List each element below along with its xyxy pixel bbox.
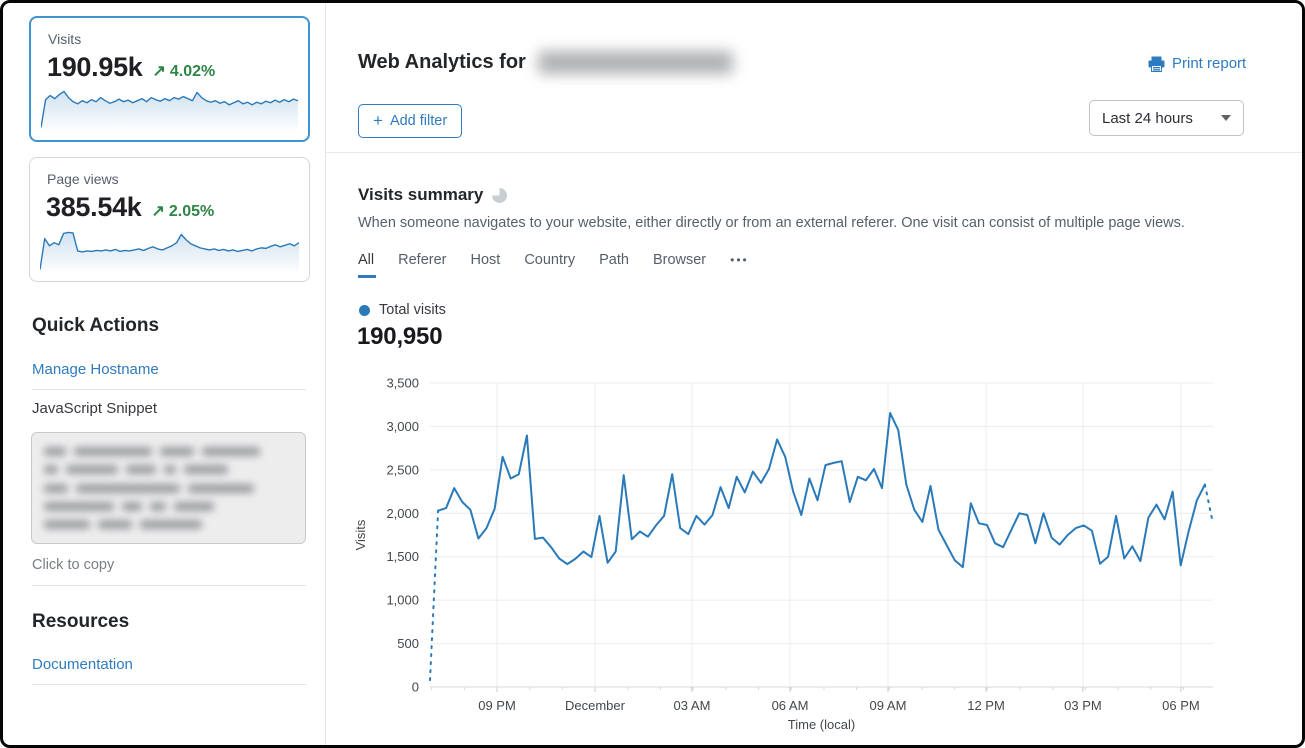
svg-text:1,000: 1,000 xyxy=(386,593,419,608)
print-report-link[interactable]: Print report xyxy=(1148,55,1246,72)
svg-text:December: December xyxy=(565,698,626,713)
time-range-select[interactable]: Last 24 hours xyxy=(1089,100,1244,136)
header-divider xyxy=(326,152,1302,153)
svg-text:Visits: Visits xyxy=(353,519,368,550)
svg-text:Time (local): Time (local) xyxy=(788,717,855,732)
svg-text:3,000: 3,000 xyxy=(386,419,419,434)
visits-line-chart[interactable]: 0 500 1,000 1,500 2,000 2,500 3,000 3,500 09 PM D… xyxy=(343,370,1248,740)
click-to-copy-hint: Click to copy xyxy=(32,557,114,573)
svg-text:12 PM: 12 PM xyxy=(967,698,1005,713)
svg-text:03 PM: 03 PM xyxy=(1064,698,1102,713)
visits-summary-title: Visits summary xyxy=(358,185,483,205)
svg-text:2,500: 2,500 xyxy=(386,462,419,477)
tab-path[interactable]: Path xyxy=(599,252,629,274)
svg-text:06 AM: 06 AM xyxy=(772,698,809,713)
print-report-label: Print report xyxy=(1172,55,1246,72)
page-views-sparkline xyxy=(40,218,299,274)
legend-label: Total visits xyxy=(379,302,446,318)
svg-text:3,500: 3,500 xyxy=(386,376,419,391)
visits-metric-card[interactable]: Visits 190.95k ↗ 4.02% xyxy=(29,16,310,142)
svg-text:09 AM: 09 AM xyxy=(870,698,907,713)
sidebar-divider xyxy=(32,389,306,390)
sidebar-main-divider xyxy=(325,3,326,745)
svg-text:09 PM: 09 PM xyxy=(478,698,516,713)
summary-tabs: All Referer Host Country Path Browser ••… xyxy=(358,252,749,274)
page-title-text: Web Analytics for xyxy=(358,51,526,74)
tab-host[interactable]: Host xyxy=(470,252,500,274)
time-range-value: Last 24 hours xyxy=(1102,110,1193,127)
add-filter-label: Add filter xyxy=(390,113,447,129)
chart-legend: Total visits xyxy=(359,302,446,318)
svg-text:2,000: 2,000 xyxy=(386,506,419,521)
pie-chart-icon xyxy=(492,188,507,203)
svg-text:500: 500 xyxy=(397,636,419,651)
plus-icon: + xyxy=(373,115,383,127)
javascript-snippet-label: JavaScript Snippet xyxy=(32,400,157,417)
tab-country[interactable]: Country xyxy=(524,252,575,274)
sidebar-divider xyxy=(32,585,306,586)
tab-all[interactable]: All xyxy=(358,252,374,274)
chevron-down-icon xyxy=(1221,115,1231,121)
add-filter-button[interactable]: + Add filter xyxy=(358,104,462,138)
tab-referer[interactable]: Referer xyxy=(398,252,446,274)
total-visits-value: 190,950 xyxy=(357,323,442,351)
metric-label: Page views xyxy=(47,171,119,187)
printer-icon xyxy=(1148,56,1165,72)
visits-summary-header: Visits summary xyxy=(358,185,507,205)
web-analytics-page: Visits 190.95k ↗ 4.02% Page views 385.54… xyxy=(0,0,1305,748)
redacted-domain xyxy=(538,51,733,74)
manage-hostname-link[interactable]: Manage Hostname xyxy=(32,361,159,378)
metric-label: Visits xyxy=(48,31,81,47)
resources-heading: Resources xyxy=(32,611,129,633)
redacted-code-snippet[interactable] xyxy=(31,432,306,544)
legend-dot-icon xyxy=(359,305,370,316)
sidebar-divider xyxy=(32,684,306,685)
tab-browser[interactable]: Browser xyxy=(653,252,706,274)
visits-sparkline xyxy=(41,77,298,133)
svg-text:06 PM: 06 PM xyxy=(1162,698,1200,713)
svg-text:03 AM: 03 AM xyxy=(674,698,711,713)
more-tabs-button[interactable]: ••• xyxy=(730,253,749,273)
page-views-metric-card[interactable]: Page views 385.54k ↗ 2.05% xyxy=(29,157,310,282)
svg-text:1,500: 1,500 xyxy=(386,549,419,564)
quick-actions-heading: Quick Actions xyxy=(32,315,159,337)
page-title: Web Analytics for xyxy=(358,51,733,74)
svg-text:0: 0 xyxy=(412,680,419,695)
documentation-link[interactable]: Documentation xyxy=(32,656,133,673)
visits-summary-description: When someone navigates to your website, … xyxy=(358,215,1258,231)
